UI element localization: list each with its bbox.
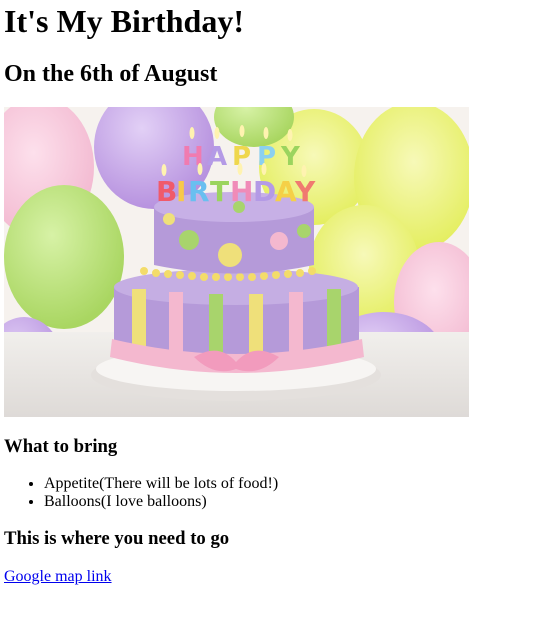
svg-text:R: R [188,175,210,208]
birthday-cake-image: H A P P Y B I R T H D A Y [4,107,469,417]
svg-text:A: A [207,142,227,172]
svg-text:Y: Y [280,142,301,172]
svg-text:I: I [176,175,186,208]
page-title: It's My Birthday! [4,3,244,39]
birthday-cake-illustration: H A P P Y B I R T H D A Y [4,107,469,417]
page: It's My Birthday! On the 6th of August H… [0,0,555,586]
google-map-link[interactable]: Google map link [4,568,112,586]
directions-heading: This is where you need to go [4,528,230,549]
bring-heading: What to bring [4,436,118,457]
list-item: Appetite(There will be lots of food!) [44,475,551,493]
list-item: Balloons(I love balloons) [44,493,551,511]
svg-text:A: A [275,175,297,208]
svg-text:Y: Y [294,175,316,208]
svg-text:T: T [210,175,229,208]
bring-list: Appetite(There will be lots of food!) Ba… [4,475,551,511]
svg-text:P: P [257,142,276,172]
svg-text:D: D [253,175,276,208]
svg-text:B: B [156,175,177,208]
page-subtitle: On the 6th of August [4,61,218,87]
svg-text:H: H [230,175,253,208]
